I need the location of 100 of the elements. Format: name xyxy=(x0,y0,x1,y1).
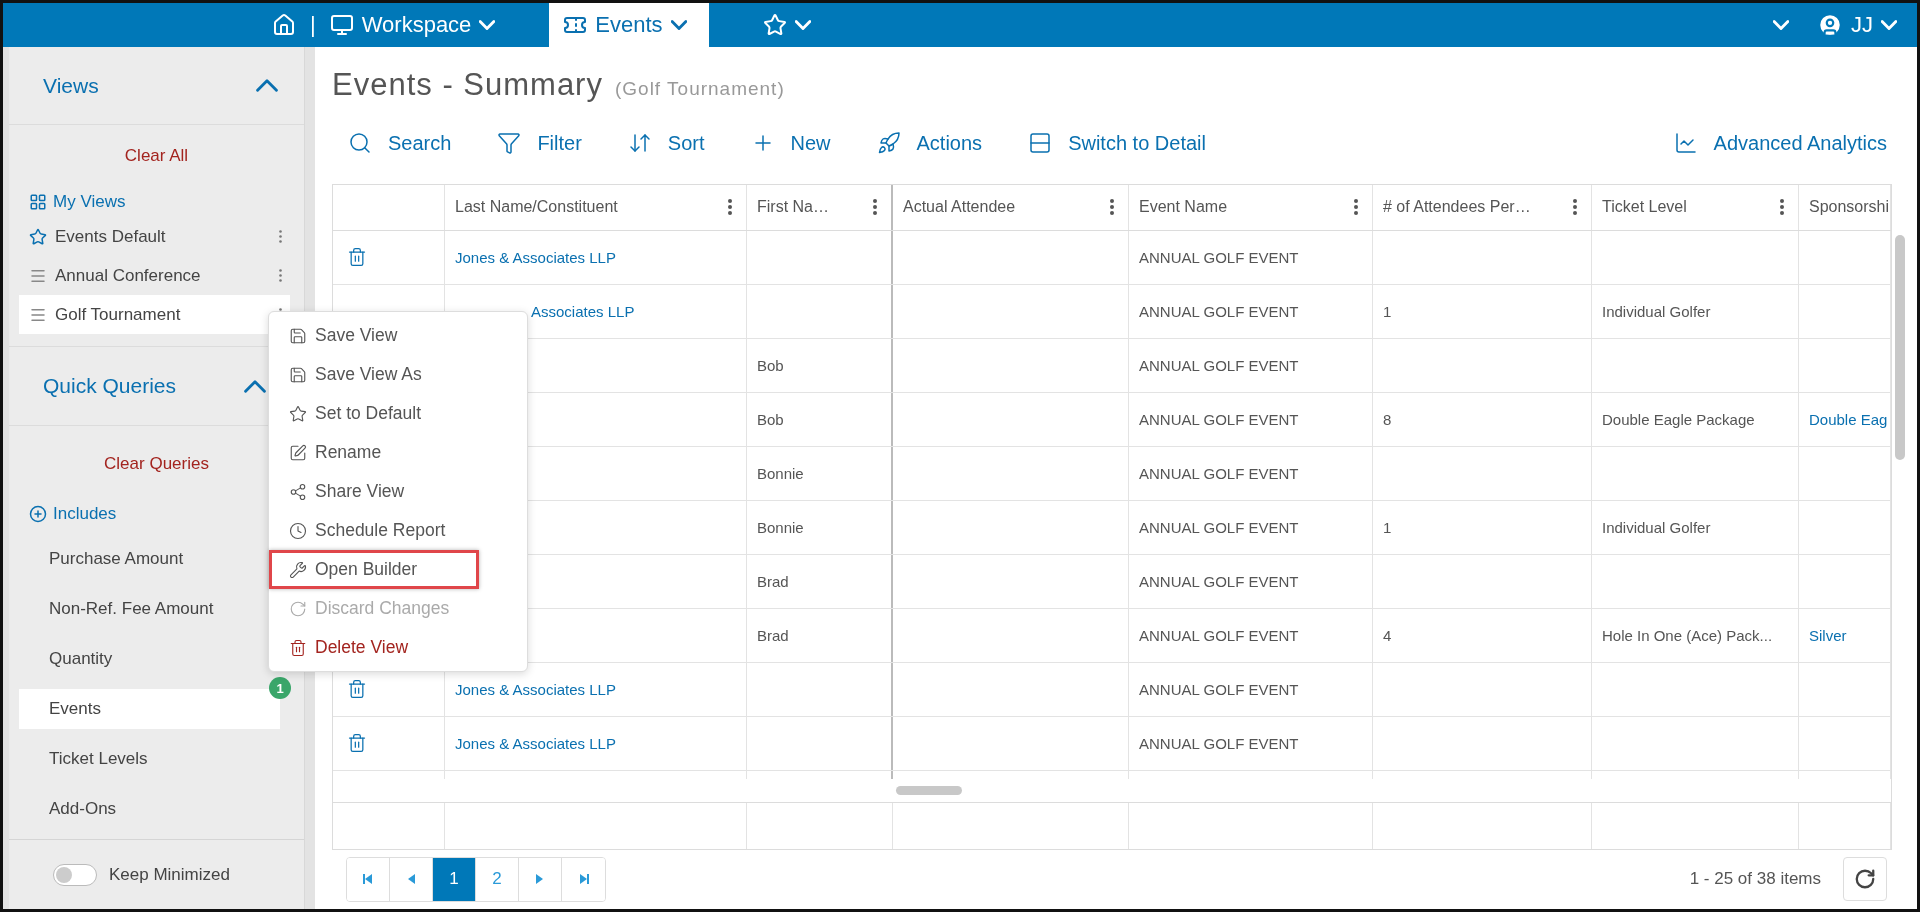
scrollbar-thumb[interactable] xyxy=(896,785,962,795)
section-title: Quick Queries xyxy=(43,374,177,398)
chevron-down-icon xyxy=(1881,20,1897,30)
table-cell: ANNUAL GOLF EVENT xyxy=(1139,734,1299,752)
link-cell[interactable]: Jones & Associates LLP xyxy=(455,734,616,752)
search-icon xyxy=(348,131,372,156)
trash-icon[interactable] xyxy=(347,733,367,753)
table-cell: ANNUAL GOLF EVENT xyxy=(1139,356,1299,374)
trash-icon[interactable] xyxy=(347,679,367,699)
toolbar-button[interactable]: New xyxy=(750,131,831,156)
star-icon xyxy=(289,404,307,423)
tools-icon xyxy=(289,560,307,579)
more-icon[interactable] xyxy=(1573,199,1577,215)
column-header[interactable]: Last Name/Constituent xyxy=(445,184,747,230)
filter-icon xyxy=(497,131,522,156)
query-item[interactable]: Add-Ons xyxy=(19,789,280,829)
column-header[interactable]: Ticket Level xyxy=(1592,184,1799,230)
rocket-icon xyxy=(876,131,901,156)
link-cell[interactable]: Silver xyxy=(1809,626,1847,644)
table-cell: ANNUAL GOLF EVENT xyxy=(1139,410,1299,428)
page-subtitle: (Golf Tournament) xyxy=(614,78,785,101)
page-title: Events - Summary xyxy=(332,67,603,103)
star-icon xyxy=(29,227,47,246)
table-cell: 1 xyxy=(1383,518,1392,536)
more-icon[interactable] xyxy=(279,230,282,243)
table-cell: ANNUAL GOLF EVENT xyxy=(1139,248,1299,266)
link-cell[interactable]: Associates LLP xyxy=(531,302,635,320)
refresh-button[interactable] xyxy=(1843,857,1887,902)
trash-icon[interactable] xyxy=(347,247,367,267)
page-button[interactable]: 1 xyxy=(433,857,476,901)
section-title: Views xyxy=(43,73,99,98)
more-icon[interactable] xyxy=(1780,199,1784,215)
table-cell: ANNUAL GOLF EVENT xyxy=(1139,572,1299,590)
menu-item[interactable]: Rename xyxy=(269,433,527,472)
clock-icon xyxy=(289,521,307,540)
column-header[interactable]: First Na… xyxy=(747,184,893,230)
chevron-down-icon xyxy=(479,20,496,30)
more-icon[interactable] xyxy=(279,269,282,282)
scrollbar-thumb[interactable] xyxy=(1895,234,1905,460)
save-icon xyxy=(289,365,307,384)
link-cell[interactable]: Jones & Associates LLP xyxy=(455,248,616,266)
toolbar-button[interactable]: Search xyxy=(348,131,452,156)
toolbar-button[interactable]: Sort xyxy=(627,131,705,156)
edit-icon xyxy=(289,443,307,462)
view-item[interactable]: Events Default xyxy=(19,217,290,256)
view-item[interactable]: Annual Conference xyxy=(19,256,290,295)
share-icon xyxy=(289,482,307,501)
table-cell: ANNUAL GOLF EVENT xyxy=(1139,302,1299,320)
column-header[interactable]: # of Attendees Per… xyxy=(1373,184,1592,230)
separator: | xyxy=(310,12,316,38)
table-cell: Bob xyxy=(757,356,784,374)
more-icon[interactable] xyxy=(1110,199,1114,215)
table-cell: Individual Golfer xyxy=(1602,302,1711,320)
table-cell: ANNUAL GOLF EVENT xyxy=(1139,464,1299,482)
user-menu[interactable]: JJ xyxy=(1803,3,1917,47)
table-cell: Individual Golfer xyxy=(1602,518,1711,536)
column-header[interactable]: Event Name xyxy=(1129,184,1373,230)
table-cell: Hole In One (Ace) Pack... xyxy=(1602,626,1773,644)
menu-item[interactable]: Set to Default xyxy=(269,394,527,433)
pagination-summary: 1 - 25 of 38 items xyxy=(1689,869,1821,890)
more-icon[interactable] xyxy=(728,199,732,215)
table-cell: Bonnie xyxy=(757,518,804,536)
clear-all-link[interactable]: Clear All xyxy=(124,146,189,166)
chevron-down-icon xyxy=(794,20,811,30)
link-cell[interactable]: Double Eag xyxy=(1809,410,1888,428)
toolbar-button[interactable]: Filter xyxy=(497,131,582,156)
toggle-switch[interactable] xyxy=(53,863,97,886)
toolbar-button[interactable]: Advanced Analytics xyxy=(1673,131,1887,156)
column-header[interactable]: Sponsorshi xyxy=(1799,184,1891,230)
table-cell: Double Eagle Package xyxy=(1602,410,1755,428)
table-cell: ANNUAL GOLF EVENT xyxy=(1139,626,1299,644)
table-cell: Bob xyxy=(757,410,784,428)
column-header[interactable]: Actual Attendee xyxy=(893,184,1129,230)
chevron-down-icon xyxy=(1773,20,1789,30)
query-item[interactable]: Ticket Levels xyxy=(19,739,280,779)
nav-tab[interactable]: Events xyxy=(549,3,709,47)
view-item[interactable]: Golf Tournament xyxy=(19,295,290,334)
user-icon xyxy=(1817,12,1843,38)
chevron-down-icon xyxy=(670,20,687,30)
more-icon[interactable] xyxy=(1354,199,1358,215)
menu-item[interactable]: Open Builder xyxy=(269,550,479,589)
first-page-button[interactable] xyxy=(347,857,390,901)
menu-item[interactable]: Delete View xyxy=(269,628,527,667)
link-cell[interactable]: Jones & Associates LLP xyxy=(455,680,616,698)
monitor-icon xyxy=(329,13,354,37)
refresh-icon xyxy=(289,599,307,618)
toolbar-button[interactable]: Actions xyxy=(876,131,983,156)
refresh-icon xyxy=(1854,868,1876,891)
menu-item[interactable]: Save View As xyxy=(269,355,527,394)
my-views-link[interactable]: My Views xyxy=(9,187,304,217)
home-icon xyxy=(272,13,296,37)
nav-tab[interactable]: Workspace xyxy=(315,3,510,47)
clear-queries-link[interactable]: Clear Queries xyxy=(104,454,209,474)
table-cell: 4 xyxy=(1383,626,1392,644)
table-cell: Brad xyxy=(757,626,789,644)
toolbar-button[interactable]: Switch to Detail xyxy=(1028,131,1206,156)
table-cell: ANNUAL GOLF EVENT xyxy=(1139,518,1299,536)
table-cell: 8 xyxy=(1383,410,1392,428)
trash-icon xyxy=(289,638,307,657)
more-icon[interactable] xyxy=(873,199,877,215)
